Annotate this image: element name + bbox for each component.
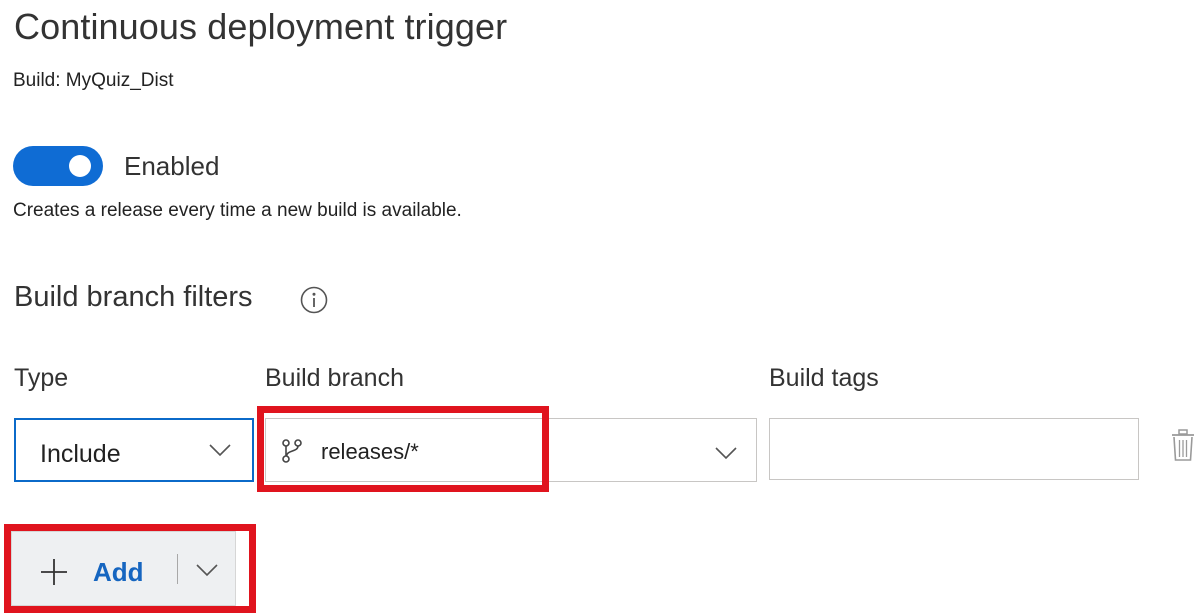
add-filter-button[interactable]: Add <box>12 532 177 605</box>
branch-dropdown[interactable]: releases/* <box>265 418 757 482</box>
tags-column-label: Build tags <box>769 364 879 392</box>
toggle-knob <box>69 155 91 177</box>
type-column-label: Type <box>14 364 69 392</box>
plus-icon <box>41 559 67 585</box>
branch-column-label: Build branch <box>265 364 404 392</box>
build-tags-input[interactable] <box>769 418 1139 480</box>
chevron-down-icon <box>715 447 737 460</box>
add-button-label: Add <box>93 557 144 587</box>
info-icon[interactable] <box>299 285 329 315</box>
page-title: Continuous deployment trigger <box>14 6 508 47</box>
trash-icon[interactable] <box>1171 428 1195 462</box>
chevron-down-icon <box>196 564 218 577</box>
add-filter-split-button[interactable]: Add <box>11 531 236 606</box>
branch-dropdown-value: releases/* <box>321 439 419 464</box>
type-dropdown[interactable]: Include <box>14 418 254 482</box>
add-options-dropdown[interactable] <box>178 532 235 605</box>
type-dropdown-value: Include <box>40 440 121 468</box>
git-branch-icon <box>282 439 302 463</box>
build-source-label: Build: MyQuiz_Dist <box>13 70 174 91</box>
chevron-down-icon <box>209 444 231 457</box>
section-title: Build branch filters <box>14 281 253 313</box>
enabled-toggle[interactable] <box>13 146 103 186</box>
toggle-label: Enabled <box>124 151 220 181</box>
trigger-description: Creates a release every time a new build… <box>13 200 462 221</box>
